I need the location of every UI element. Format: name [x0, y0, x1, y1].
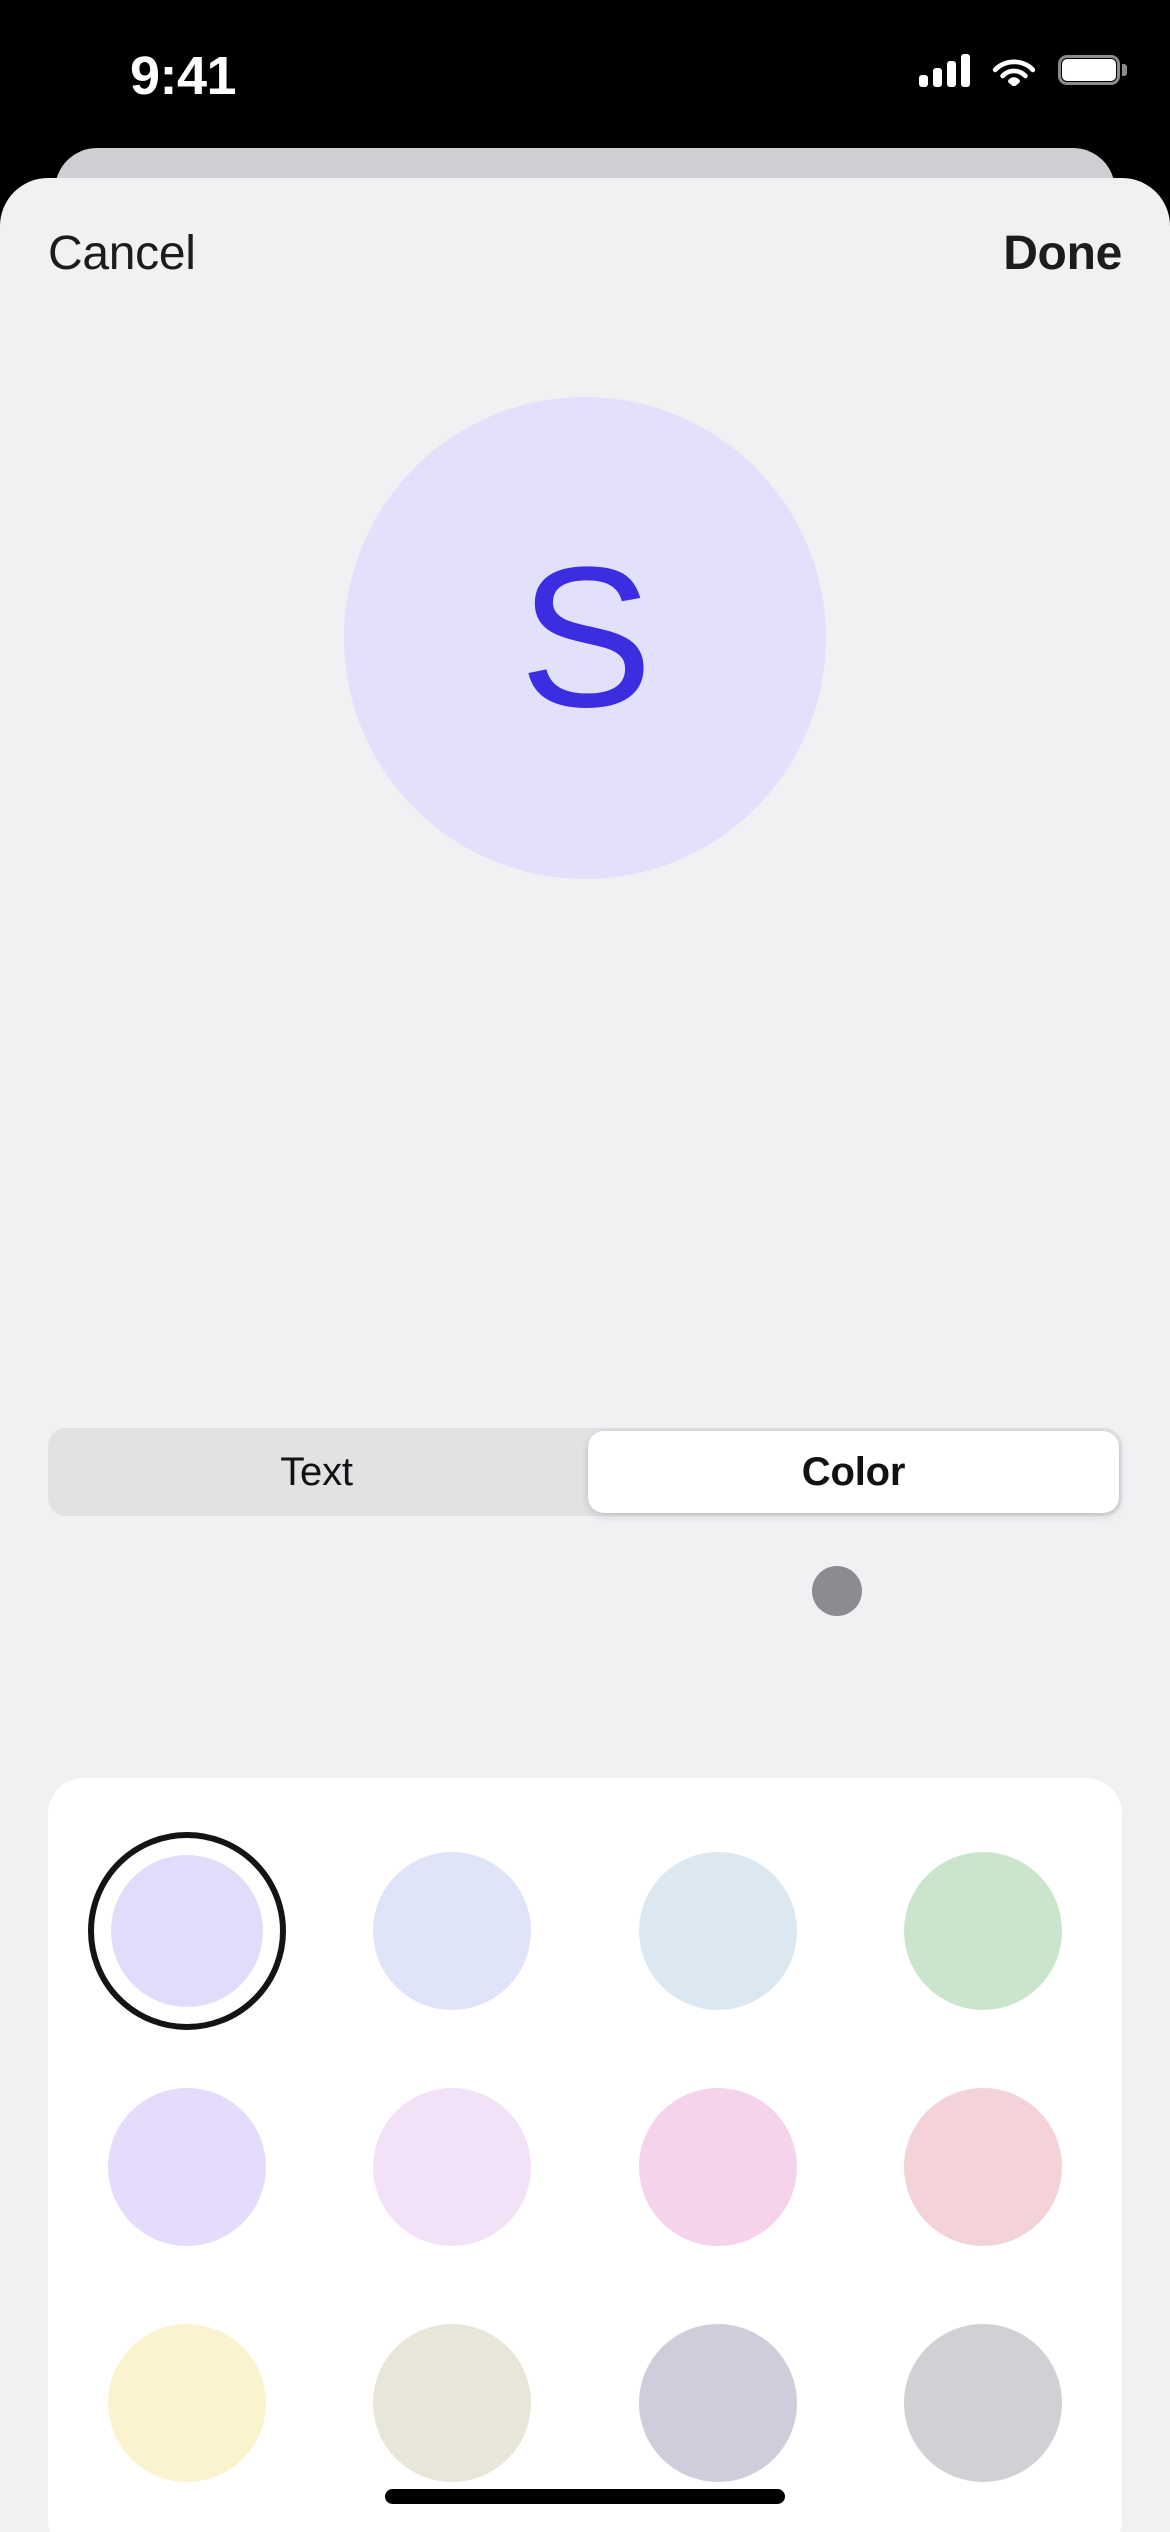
phone-screen: 9:41 Cancel Done S Text Color	[0, 0, 1170, 2532]
color-swatch-1-4[interactable]	[884, 1832, 1082, 2030]
segmented-control[interactable]: Text Color	[48, 1428, 1122, 1516]
color-swatch-1-2[interactable]	[353, 1832, 551, 2030]
color-swatch-3-4[interactable]	[884, 2304, 1082, 2502]
cellular-signal-icon	[919, 53, 970, 87]
home-indicator	[385, 2489, 785, 2504]
color-swatch-2-3[interactable]	[619, 2068, 817, 2266]
cancel-button[interactable]: Cancel	[48, 226, 196, 281]
edit-avatar-sheet: Cancel Done S Text Color	[0, 178, 1170, 2532]
color-swatch-fill	[638, 2088, 797, 2246]
color-swatch-3-3[interactable]	[619, 2304, 817, 2502]
color-swatch-2-2[interactable]	[353, 2068, 551, 2266]
color-swatch-1-1[interactable]	[88, 1832, 286, 2030]
color-swatch-fill	[638, 1852, 797, 2010]
sheet-nav-bar: Cancel Done	[0, 178, 1170, 318]
color-swatch-fill	[903, 2324, 1062, 2482]
wifi-icon	[992, 54, 1036, 86]
avatar-preview-area: S	[0, 388, 1170, 888]
color-swatch-fill	[903, 2088, 1062, 2246]
color-palette-card	[48, 1778, 1122, 2532]
battery-icon	[1058, 55, 1127, 85]
status-bar: 9:41	[0, 0, 1170, 150]
palette-row	[88, 2068, 1082, 2266]
color-swatch-3-2[interactable]	[353, 2304, 551, 2502]
done-button[interactable]: Done	[1003, 226, 1122, 281]
palette-row	[88, 1832, 1082, 2030]
tab-color[interactable]: Color	[588, 1431, 1119, 1513]
color-swatch-2-1[interactable]	[88, 2068, 286, 2266]
touch-cursor-indicator	[812, 1566, 862, 1616]
color-swatch-fill	[903, 1852, 1062, 2010]
color-swatch-fill	[108, 2088, 266, 2246]
color-swatch-fill	[373, 2324, 532, 2482]
color-swatch-2-4[interactable]	[884, 2068, 1082, 2266]
color-swatch-fill	[108, 2324, 266, 2482]
avatar-initials: S	[519, 526, 652, 749]
color-swatch-fill	[373, 1852, 532, 2010]
avatar-preview: S	[344, 397, 826, 879]
status-bar-indicators	[919, 53, 1127, 87]
status-bar-time: 9:41	[130, 46, 237, 106]
tab-text[interactable]: Text	[51, 1431, 582, 1513]
color-swatch-fill	[111, 1855, 263, 2007]
palette-row	[88, 2304, 1082, 2502]
color-swatch-3-1[interactable]	[88, 2304, 286, 2502]
color-swatch-fill	[373, 2088, 532, 2246]
color-swatch-fill	[638, 2324, 797, 2482]
color-swatch-1-3[interactable]	[619, 1832, 817, 2030]
